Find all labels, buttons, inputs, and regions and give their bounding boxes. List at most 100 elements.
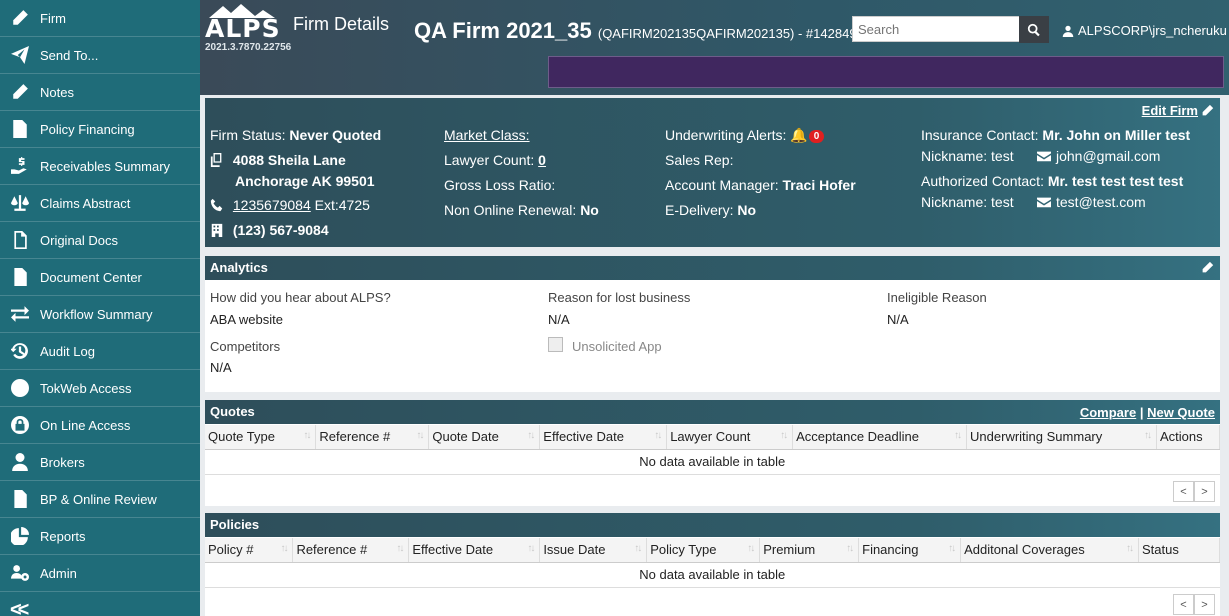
ineligible-label: Ineligible Reason (887, 290, 987, 305)
unsolicited-app-checkbox[interactable] (548, 337, 563, 352)
column-header[interactable]: Policy # ↑↓ (205, 538, 294, 563)
prev-page-button[interactable]: < (1173, 481, 1194, 502)
underwriting-alerts: Underwriting Alerts: 🔔 0 (665, 127, 825, 144)
sidebar-item-claims-abstract[interactable]: Claims Abstract (0, 185, 200, 222)
sidebar-item-on-line-access[interactable]: On Line Access (0, 407, 200, 444)
firm-address: 4088 Sheila Lane (210, 152, 346, 170)
alert-count-badge[interactable]: 0 (808, 130, 825, 143)
quotes-table: Quote Type ↑↓ Reference # ↑↓ Quote Date ↑↓ Eff… (205, 425, 1221, 475)
column-header[interactable]: Quote Type ↑↓ (205, 425, 317, 450)
compare-link[interactable]: Compare (1080, 405, 1136, 420)
sidebar-item-label: Firm (40, 10, 66, 26)
sidebar-item-policy-financing[interactable]: Policy Financing (0, 111, 200, 148)
sidebar-item-receivables-summary[interactable]: Receivables Summary (0, 148, 200, 185)
column-header-label: Acceptance Deadline (796, 429, 919, 445)
phone-link[interactable]: 1235679084 (233, 197, 311, 213)
sidebar-item-document-center[interactable]: Document Center (0, 259, 200, 296)
search-button[interactable] (1019, 16, 1049, 43)
column-header[interactable]: Reference # ↑↓ (315, 425, 430, 450)
edit-firm-link[interactable]: Edit Firm (1142, 103, 1214, 118)
search-icon (1027, 23, 1040, 36)
authorized-contact-nickname: Nickname: test (921, 194, 1014, 210)
envelope-icon (1037, 149, 1053, 166)
ineligible-value: N/A (887, 312, 909, 327)
sidebar-item-label: Brokers (40, 454, 85, 470)
column-header[interactable]: Actions (1156, 425, 1221, 450)
sidebar-item-label: Receivables Summary (40, 158, 171, 174)
column-header[interactable]: Quote Date ↑↓ (428, 425, 541, 450)
sort-icon: ↑↓ (416, 430, 424, 441)
pencil-icon (1202, 104, 1214, 116)
ins-email[interactable]: john@gmail.com (1056, 148, 1160, 164)
logo-text: ALPS (205, 14, 281, 43)
copy-icon[interactable] (210, 152, 226, 170)
user-menu[interactable]: ALPSCORP\jrs_ncheruku ▼ (1062, 23, 1229, 38)
next-page-button[interactable]: > (1194, 594, 1215, 615)
sort-icon: ↑↓ (527, 430, 535, 441)
sidebar-item-label: Notes (40, 84, 74, 100)
column-header[interactable]: Issue Date ↑↓ (539, 538, 648, 563)
market-class[interactable]: Market Class: (444, 127, 530, 143)
edit-firm-label: Edit Firm (1141, 103, 1198, 118)
pie-chart-icon (10, 526, 30, 546)
sidebar-item-tokweb-access[interactable]: TokWeb Access (0, 370, 200, 407)
column-header-label: Issue Date (543, 542, 606, 558)
sidebar-item-send-to[interactable]: Send To... (0, 37, 200, 74)
sidebar-item-bp-online-review[interactable]: BP & Online Review (0, 481, 200, 518)
column-header[interactable]: Lawyer Count ↑↓ (666, 425, 794, 450)
next-page-button[interactable]: > (1194, 481, 1215, 502)
sidebar-item-audit-log[interactable]: Audit Log (0, 333, 200, 370)
sidebar-item-workflow-summary[interactable]: Workflow Summary (0, 296, 200, 333)
column-header[interactable]: Premium ↑↓ (759, 538, 860, 563)
globe-icon (10, 378, 30, 398)
sidebar-item-notes[interactable]: Notes (0, 74, 200, 111)
lawyer-count-link[interactable]: 0 (538, 152, 546, 168)
bell-icon[interactable]: 🔔 (790, 127, 807, 143)
policies-title: Policies (210, 517, 260, 532)
lock-icon (10, 415, 30, 435)
auth-nickname: Nickname: test (921, 194, 1014, 210)
sidebar-item-original-docs[interactable]: Original Docs (0, 222, 200, 259)
collapse-sidebar-button[interactable]: << (0, 592, 200, 616)
pencil-icon (10, 82, 30, 102)
authorized-contact-email[interactable]: test@test.com (1037, 194, 1146, 212)
column-header[interactable]: Reference # ↑↓ (292, 538, 410, 563)
column-header[interactable]: Acceptance Deadline ↑↓ (792, 425, 968, 450)
quotes-header: Quotes Compare | New Quote (205, 400, 1220, 424)
column-header[interactable]: Policy Type ↑↓ (646, 538, 761, 563)
policies-pager: < > (1173, 594, 1215, 615)
firm-address-2: Anchorage AK 99501 (235, 173, 375, 189)
new-quote-link[interactable]: New Quote (1147, 405, 1215, 420)
firm-name: QA Firm 2021_35 (414, 18, 592, 43)
address-line1: 4088 Sheila Lane (232, 152, 346, 168)
page-subtitle: Firm Details (293, 14, 390, 34)
prev-page-button[interactable]: < (1173, 594, 1194, 615)
sidebar-item-admin[interactable]: Admin (0, 555, 200, 592)
column-header[interactable]: Effective Date ↑↓ (539, 425, 668, 450)
sort-icon: ↑↓ (634, 543, 642, 554)
auth-email[interactable]: test@test.com (1056, 194, 1146, 210)
user-icon (1062, 25, 1074, 37)
column-header[interactable]: Financing ↑↓ (858, 538, 962, 563)
column-header-label: Lawyer Count (670, 429, 751, 445)
column-header[interactable]: Underwriting Summary ↑↓ (966, 425, 1157, 450)
column-header[interactable]: Additonal Coverages ↑↓ (960, 538, 1139, 563)
app-version: 2021.3.7870.22756 (205, 42, 292, 53)
sidebar-item-firm[interactable]: Firm (0, 0, 200, 37)
policies-header-row: Policy # ↑↓ Reference # ↑↓ Effective Date ↑↓ I… (205, 538, 1221, 563)
column-header[interactable]: Status (1138, 538, 1221, 563)
fax-number: (123) 567-9084 (232, 222, 329, 238)
uw-alerts-label: Underwriting Alerts: (665, 127, 787, 143)
pencil-icon[interactable] (1201, 261, 1214, 277)
market-class-label[interactable]: Market Class: (444, 127, 530, 143)
sidebar-item-reports[interactable]: Reports (0, 518, 200, 555)
edelivery-value: No (737, 202, 757, 218)
gross-loss-label: Gross Loss Ratio: (444, 177, 556, 193)
firm-info-panel: Edit Firm Firm Status: Never Quoted 4088… (205, 98, 1220, 247)
column-header[interactable]: Effective Date ↑↓ (408, 538, 541, 563)
table-row: No data available in table (205, 562, 1220, 588)
exchange-arrows-icon (10, 304, 30, 324)
sidebar-item-brokers[interactable]: Brokers (0, 444, 200, 481)
insurance-contact-email[interactable]: john@gmail.com (1037, 148, 1160, 166)
authorized-contact-label: Authorized Contact: (921, 173, 1044, 189)
